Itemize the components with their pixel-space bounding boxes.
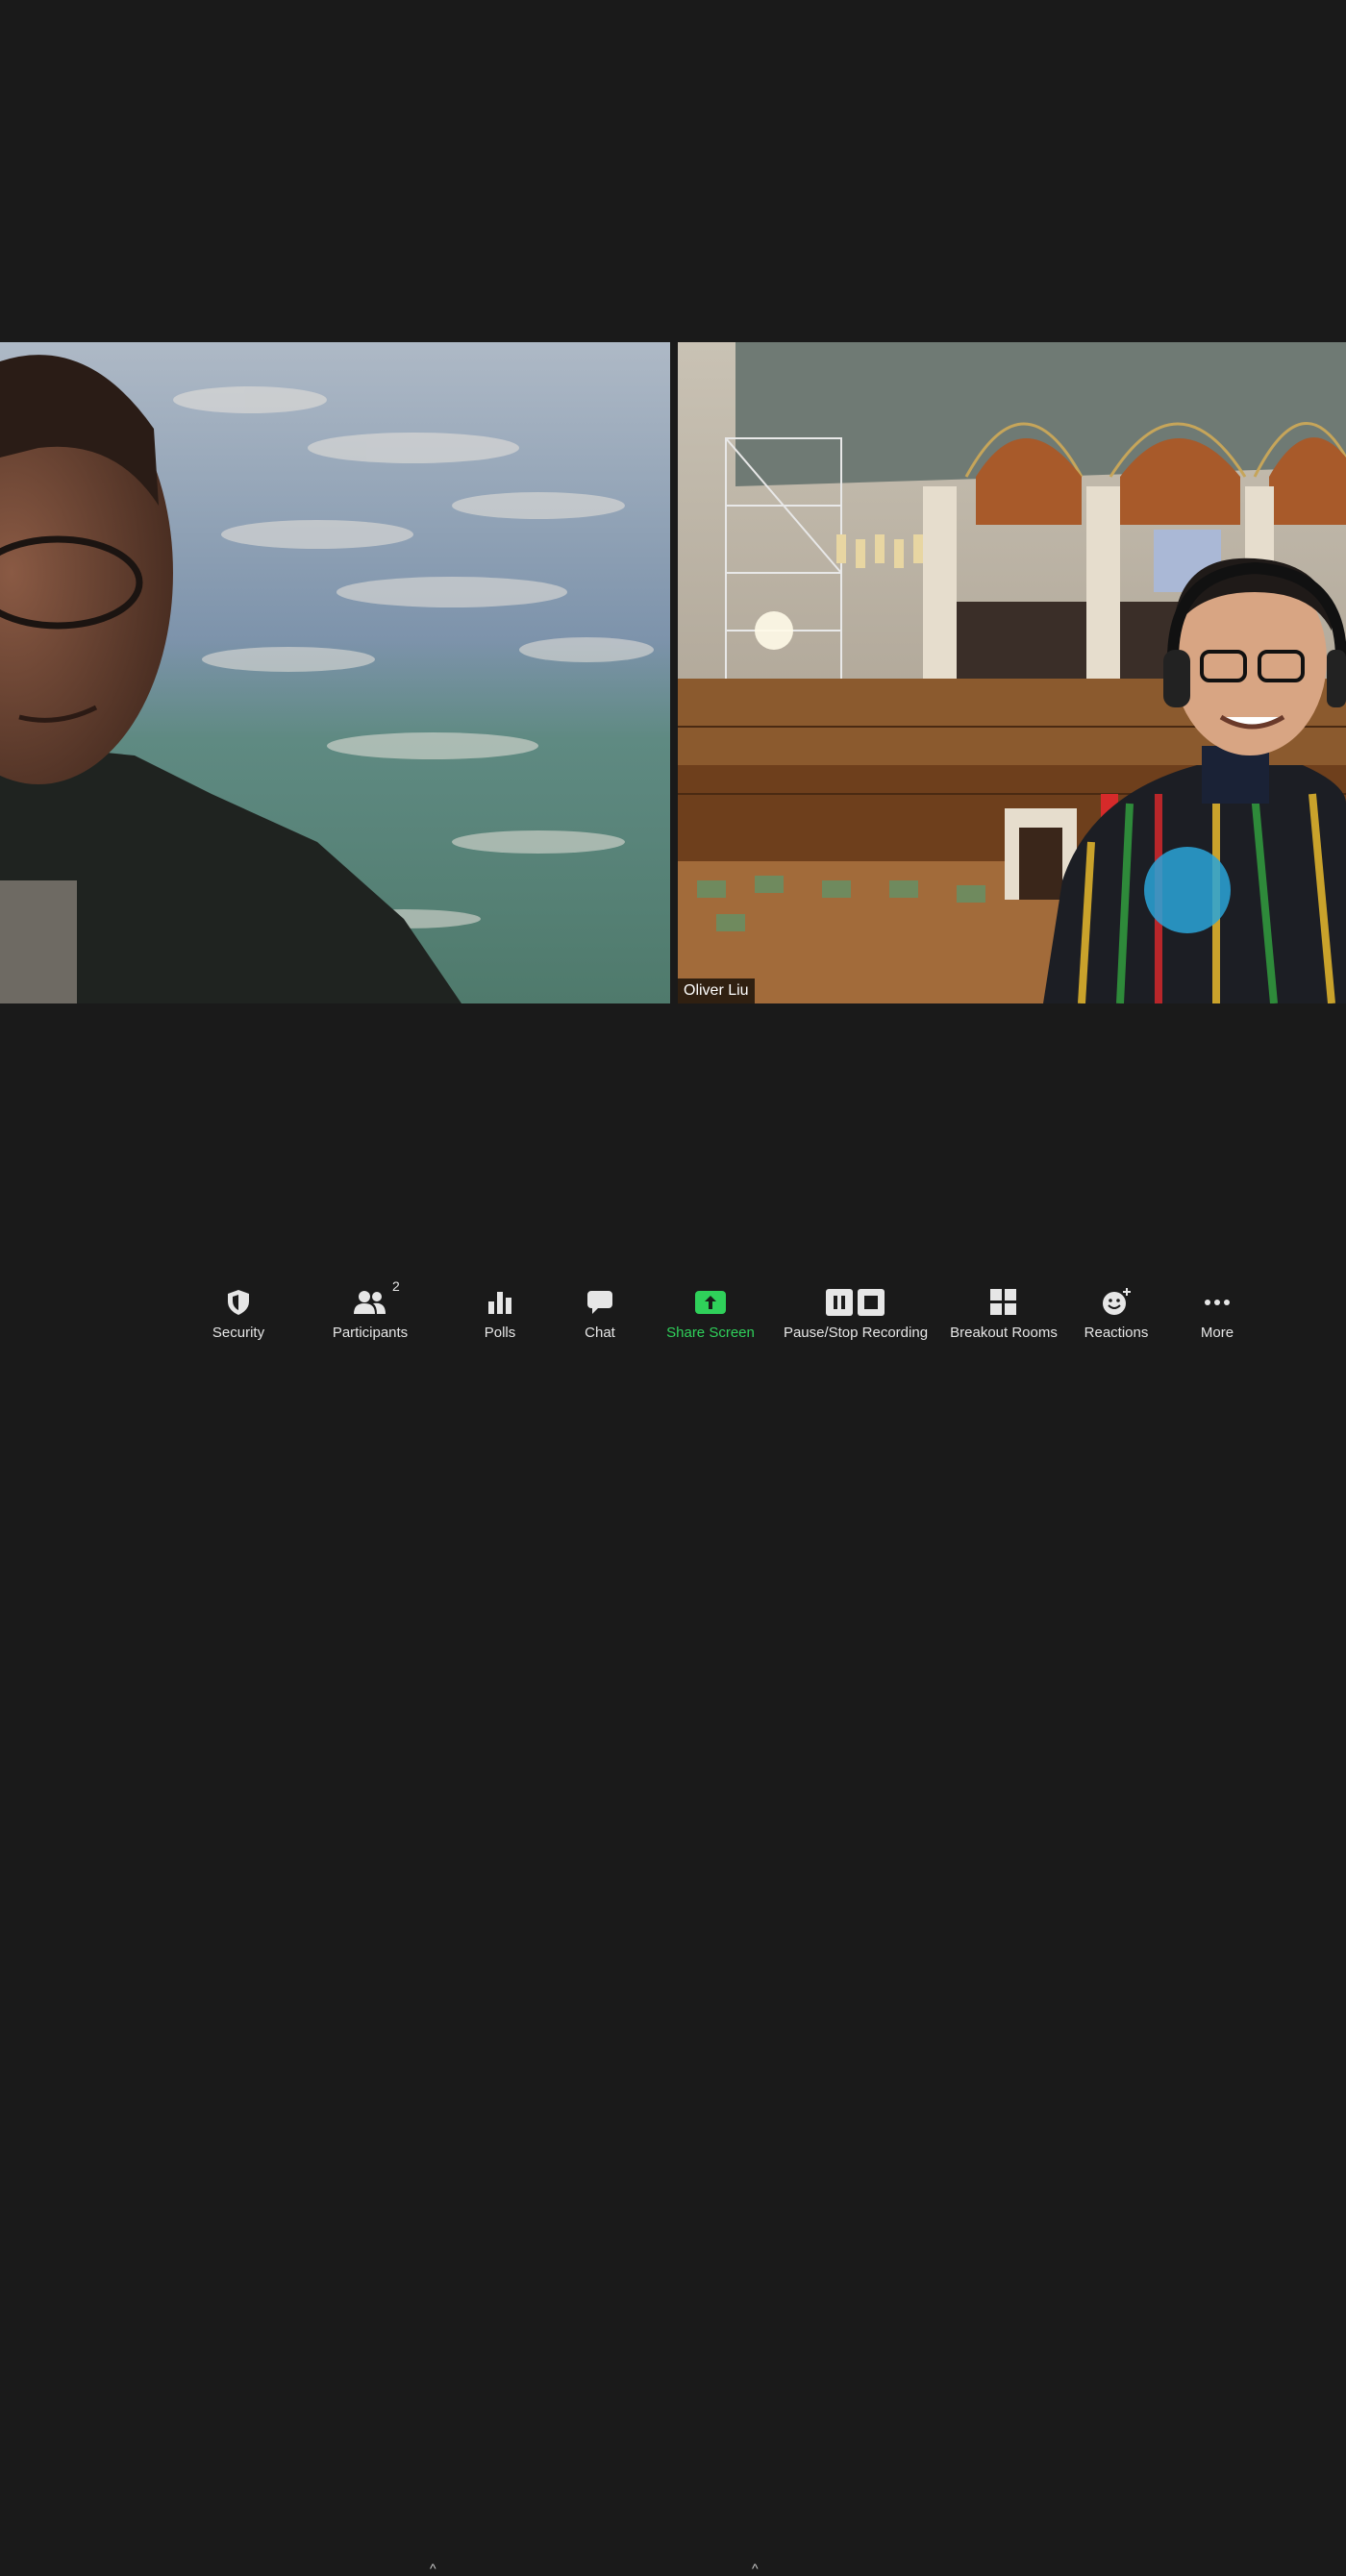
video-tile-participant-1[interactable] bbox=[0, 342, 670, 1003]
video-tile-participant-2[interactable]: Oliver Liu bbox=[678, 342, 1346, 1003]
breakout-rooms-button[interactable]: Breakout Rooms bbox=[946, 1269, 1061, 1346]
polls-button[interactable]: Polls bbox=[471, 1269, 529, 1346]
shield-icon bbox=[226, 1286, 251, 1319]
people-icon: 2 bbox=[354, 1278, 400, 1319]
participant-name-label: Oliver Liu bbox=[678, 978, 755, 1003]
ellipsis-icon bbox=[1204, 1286, 1231, 1319]
participants-button[interactable]: 2 Participants bbox=[322, 1269, 418, 1346]
share-screen-button[interactable]: Share Screen bbox=[662, 1269, 759, 1346]
video-gallery: Oliver Liu bbox=[0, 0, 1346, 1269]
participant-count-badge: 2 bbox=[392, 1278, 400, 1294]
grid-icon bbox=[990, 1286, 1017, 1319]
smiley-plus-icon bbox=[1101, 1286, 1132, 1319]
meeting-toolbar: Security 2 Participants ^ Polls Chat Sha… bbox=[0, 1269, 1346, 2576]
participant-video-feed bbox=[678, 342, 1346, 1003]
pause-stop-recording-button[interactable]: Pause/Stop Recording bbox=[779, 1269, 933, 1346]
share-screen-options-caret[interactable]: ^ bbox=[752, 2561, 759, 2576]
participants-options-caret[interactable]: ^ bbox=[430, 2561, 436, 2576]
chat-button[interactable]: Chat bbox=[571, 1269, 629, 1346]
security-button[interactable]: Security bbox=[200, 1269, 277, 1346]
share-arrow-icon bbox=[695, 1286, 726, 1319]
reactions-button[interactable]: Reactions bbox=[1078, 1269, 1155, 1346]
more-button[interactable]: More bbox=[1188, 1269, 1246, 1346]
bar-chart-icon bbox=[487, 1286, 512, 1319]
pause-stop-icon bbox=[826, 1286, 885, 1319]
participant-video-feed bbox=[0, 342, 670, 1003]
chat-bubble-icon bbox=[586, 1286, 613, 1319]
